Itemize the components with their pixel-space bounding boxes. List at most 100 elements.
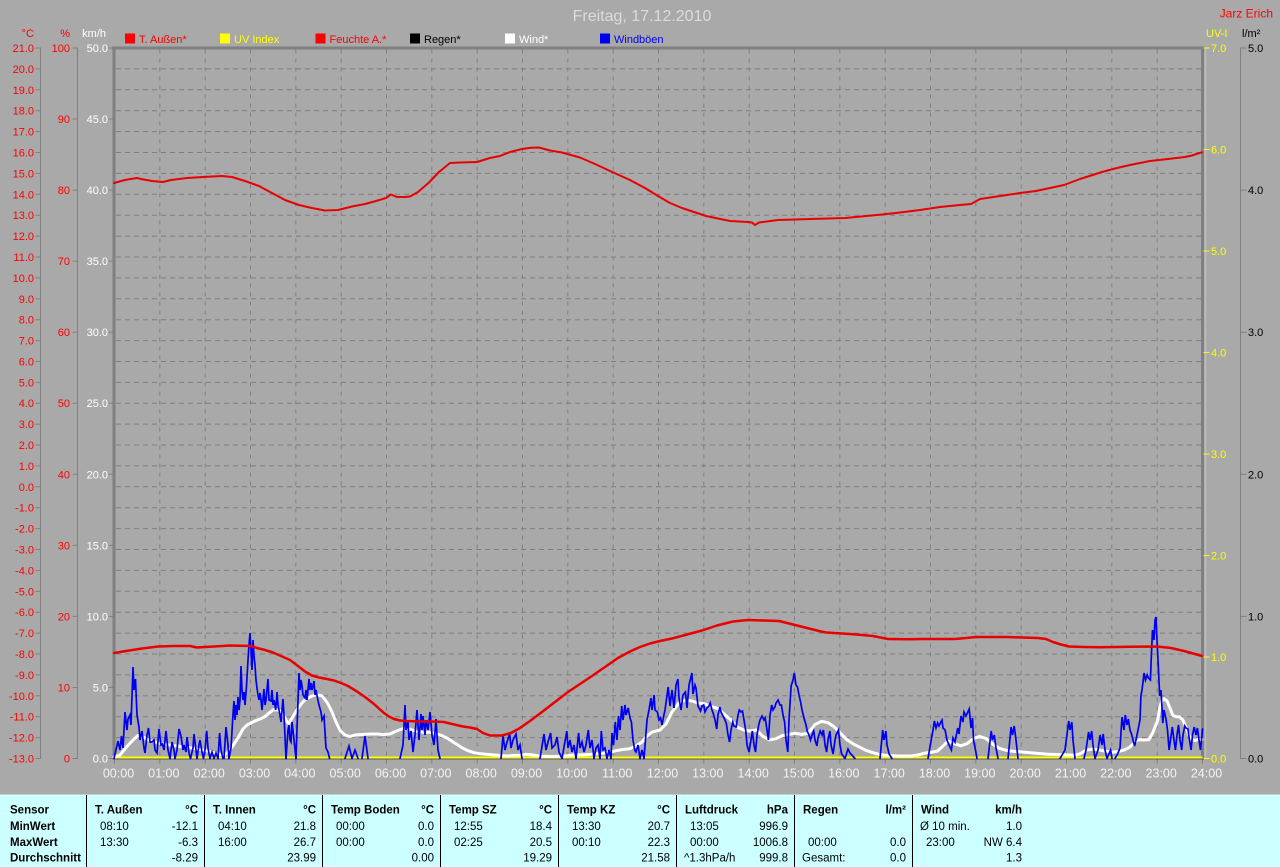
svg-text:15.0: 15.0: [87, 540, 108, 552]
svg-text:1.0: 1.0: [1211, 652, 1226, 664]
svg-text:-12.1: -12.1: [172, 821, 198, 833]
svg-text:1006.8: 1006.8: [753, 837, 788, 849]
svg-text:13:00: 13:00: [692, 767, 723, 781]
svg-text:15.0: 15.0: [13, 168, 34, 180]
svg-text:Wind: Wind: [921, 805, 949, 817]
svg-text:80: 80: [58, 185, 70, 197]
svg-text:NW 6.4: NW 6.4: [984, 837, 1023, 849]
svg-text:30: 30: [58, 540, 70, 552]
svg-text:60: 60: [58, 327, 70, 339]
svg-text:2.0: 2.0: [1248, 469, 1263, 481]
svg-text:-11.0: -11.0: [10, 712, 34, 724]
svg-text:T. Außen: T. Außen: [95, 805, 143, 817]
svg-text:04:10: 04:10: [218, 821, 247, 833]
svg-text:^1.3hPa/h: ^1.3hPa/h: [684, 853, 735, 865]
svg-text:3.0: 3.0: [19, 419, 34, 431]
svg-text:T. Innen: T. Innen: [213, 805, 256, 817]
svg-text:26.7: 26.7: [294, 837, 316, 849]
svg-text:-12.0: -12.0: [9, 733, 34, 745]
svg-text:16:00: 16:00: [218, 837, 247, 849]
svg-text:7.0: 7.0: [1211, 43, 1226, 55]
svg-text:°C: °C: [185, 805, 198, 817]
svg-text:Windböen: Windböen: [614, 34, 664, 46]
svg-text:0.00: 0.00: [412, 853, 434, 865]
svg-text:0.0: 0.0: [93, 754, 108, 766]
svg-text:11.0: 11.0: [13, 252, 34, 264]
svg-text:-1.0: -1.0: [15, 503, 34, 515]
svg-text:19:00: 19:00: [964, 767, 995, 781]
svg-text:999.8: 999.8: [759, 853, 788, 865]
svg-text:hPa: hPa: [767, 805, 789, 817]
svg-text:11:00: 11:00: [602, 767, 632, 781]
svg-text:8.0: 8.0: [19, 315, 34, 327]
svg-text:05:00: 05:00: [330, 767, 361, 781]
svg-text:00:00: 00:00: [336, 821, 365, 833]
svg-text:22.3: 22.3: [648, 837, 670, 849]
svg-text:0.0: 0.0: [1248, 754, 1263, 766]
svg-text:13.0: 13.0: [13, 210, 34, 222]
svg-text:3.0: 3.0: [1248, 327, 1263, 339]
svg-text:Regen: Regen: [803, 805, 838, 817]
svg-text:100: 100: [52, 43, 70, 55]
svg-text:Jarz Erich: Jarz Erich: [1220, 7, 1273, 21]
svg-text:0.0: 0.0: [19, 482, 34, 494]
svg-text:50.0: 50.0: [87, 43, 108, 55]
svg-text:14.0: 14.0: [13, 189, 34, 201]
svg-text:70: 70: [58, 256, 70, 268]
svg-text:996.9: 996.9: [759, 821, 788, 833]
svg-text:30.0: 30.0: [87, 327, 108, 339]
svg-text:09:00: 09:00: [511, 767, 542, 781]
svg-text:Gesamt:: Gesamt:: [802, 853, 845, 865]
svg-text:5.0: 5.0: [93, 683, 108, 695]
svg-text:10.0: 10.0: [13, 273, 34, 285]
svg-text:-5.0: -5.0: [15, 586, 34, 598]
svg-text:-6.0: -6.0: [15, 607, 34, 619]
svg-text:2.0: 2.0: [19, 440, 34, 452]
svg-text:17:00: 17:00: [874, 767, 905, 781]
svg-text:07:00: 07:00: [420, 767, 451, 781]
svg-text:0.0: 0.0: [890, 837, 906, 849]
svg-text:°C: °C: [303, 805, 316, 817]
svg-text:Ø 10 min.: Ø 10 min.: [920, 821, 970, 833]
svg-text:°C: °C: [539, 805, 552, 817]
svg-text:6.0: 6.0: [1211, 145, 1226, 157]
svg-text:Durchschnitt: Durchschnitt: [10, 853, 81, 865]
svg-text:0.0: 0.0: [1211, 754, 1226, 766]
svg-text:Temp KZ: Temp KZ: [567, 805, 615, 817]
svg-text:01:00: 01:00: [148, 767, 179, 781]
svg-text:23:00: 23:00: [926, 837, 955, 849]
svg-text:UV Index: UV Index: [234, 34, 280, 46]
svg-text:l/m²: l/m²: [886, 805, 907, 817]
svg-text:0.0: 0.0: [418, 821, 434, 833]
svg-text:-9.0: -9.0: [15, 670, 34, 682]
svg-text:-13.0: -13.0: [9, 754, 34, 766]
svg-text:20.7: 20.7: [648, 821, 670, 833]
svg-text:15:00: 15:00: [783, 767, 814, 781]
svg-text:02:25: 02:25: [454, 837, 483, 849]
svg-text:5.0: 5.0: [19, 377, 34, 389]
svg-text:T. Außen*: T. Außen*: [139, 34, 187, 46]
svg-text:40: 40: [58, 469, 70, 481]
svg-text:35.0: 35.0: [87, 256, 108, 268]
svg-text:13:30: 13:30: [572, 821, 601, 833]
svg-text:Temp Boden: Temp Boden: [331, 805, 400, 817]
svg-text:3.0: 3.0: [1211, 449, 1226, 461]
svg-text:°C: °C: [657, 805, 670, 817]
svg-text:45.0: 45.0: [87, 114, 108, 126]
svg-text:02:00: 02:00: [194, 767, 225, 781]
svg-text:12.0: 12.0: [13, 231, 34, 243]
svg-text:12:00: 12:00: [647, 767, 678, 781]
svg-text:13:05: 13:05: [690, 821, 719, 833]
svg-text:21.0: 21.0: [13, 43, 34, 55]
svg-text:9.0: 9.0: [19, 294, 34, 306]
svg-text:Regen*: Regen*: [424, 34, 461, 46]
svg-text:10:00: 10:00: [556, 767, 587, 781]
svg-text:-7.0: -7.0: [15, 628, 34, 640]
svg-text:Sensor: Sensor: [10, 805, 50, 817]
svg-text:Feuchte A.*: Feuchte A.*: [330, 34, 388, 46]
svg-text:°C: °C: [421, 805, 434, 817]
svg-text:19.0: 19.0: [13, 85, 34, 97]
svg-text:21:00: 21:00: [1055, 767, 1086, 781]
svg-text:km/h: km/h: [995, 805, 1022, 817]
svg-text:14:00: 14:00: [738, 767, 769, 781]
